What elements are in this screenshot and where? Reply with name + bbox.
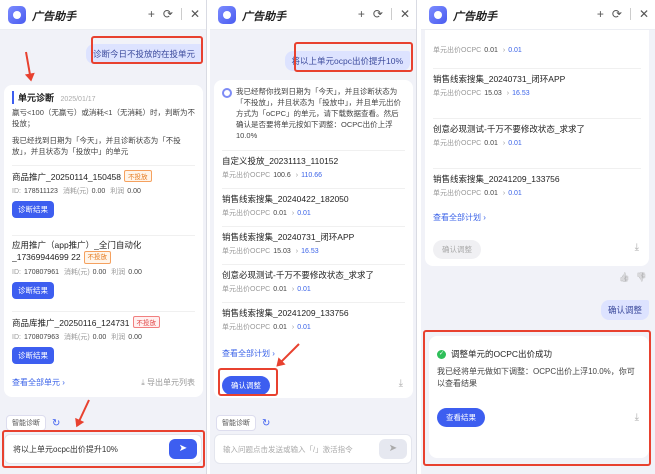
bot-reply-card: 单元出价OCPC 0.01 › 0.01 销售线索搜集_20240731_闭环APP … xyxy=(425,30,649,266)
view-all-units-link[interactable]: 查看全部单元 › xyxy=(12,377,65,388)
list-item: 商品推广_20250114_150458 不投放 ID: 178511123 消耗(元… xyxy=(12,165,195,218)
refresh-icon[interactable]: ↻ xyxy=(262,418,270,429)
chevron-right-icon: › xyxy=(291,286,295,293)
history-icon[interactable]: ⟳ xyxy=(612,7,622,21)
assistant-logo-icon xyxy=(218,6,236,24)
status-badge: 不投放 xyxy=(83,251,112,264)
quick-diagnosis-chip[interactable]: 智能诊断 xyxy=(6,415,46,431)
chevron-right-icon: › xyxy=(502,47,506,54)
bot-reply-card: 我已经帮你找到日期为「今天」，并且诊断状态为「不投放」，并且状态为「投放中」，并… xyxy=(214,80,413,398)
download-icon[interactable]: ⤓ xyxy=(635,242,639,253)
annotation-arrow xyxy=(76,399,90,426)
close-icon[interactable]: ✕ xyxy=(190,7,200,21)
chevron-right-icon: › xyxy=(291,324,295,331)
new-chat-icon[interactable]: + xyxy=(148,7,155,21)
divider xyxy=(629,8,631,20)
assistant-logo-icon xyxy=(429,6,447,24)
unit-name: 应用推广（app推广）_全门自动化_17369944699 22 xyxy=(12,240,142,262)
history-icon[interactable]: ⟳ xyxy=(163,7,173,21)
unit-name: 创意必现测试-千万不要修改状态_求求了 xyxy=(433,124,586,134)
diagnosis-result-button[interactable]: 诊断结果 xyxy=(12,282,54,299)
divider xyxy=(390,8,392,20)
list-item: 商品库推广_20250116_124731 不投放 ID: 170807963 消耗(… xyxy=(12,311,195,364)
list-item: 销售线索搜集_20240731_闭环APP 单元出价OCPC 15.03 › 16.5… xyxy=(222,226,405,256)
view-all-plans-link[interactable]: 查看全部计划 › xyxy=(433,212,486,223)
export-units-button[interactable]: ⤓ 导出单元列表 xyxy=(141,377,195,388)
unit-name: 销售线索搜集_20241209_133756 xyxy=(222,308,349,318)
app-title: 广告助手 xyxy=(242,11,286,23)
unit-name: 销售线索搜集_20240422_182050 xyxy=(222,194,349,204)
list-item: 自定义投放_20231113_110152 单元出价OCPC 100.6 › 110.… xyxy=(222,150,405,180)
highlight-box xyxy=(2,430,205,468)
highlight-box xyxy=(423,330,651,466)
panel-confirm: 广告助手 + ⟳ ✕ 将以上单元ocpc出价提升10% 我已经帮你找到日期为「今… xyxy=(210,0,417,474)
annotation-arrow xyxy=(25,51,32,80)
unit-name: 销售线索搜集_20240731_闭环APP xyxy=(222,232,355,242)
header: 广告助手 + ⟳ ✕ xyxy=(0,0,206,30)
new-chat-icon[interactable]: + xyxy=(597,7,604,21)
status-badge: 不投放 xyxy=(132,316,161,328)
send-button[interactable]: ➤ xyxy=(379,439,407,459)
header: 广告助手 + ⟳ ✕ xyxy=(421,0,655,30)
app-title: 广告助手 xyxy=(453,11,497,23)
section-date: 2025/01/17 xyxy=(60,96,96,103)
unit-name: 商品推广_20250114_150458 xyxy=(12,172,122,182)
chat-input-bar: 输入问题点击发送或输入「/」激活指令 ➤ xyxy=(214,434,412,464)
diagnosis-result-button[interactable]: 诊断结果 xyxy=(12,201,54,218)
list-item: 销售线索搜集_20240731_闭环APP 单元出价OCPC 15.03 › 16.5… xyxy=(433,68,641,98)
user-message: 确认调整 xyxy=(600,300,649,320)
unit-name: 自定义投放_20231113_110152 xyxy=(222,156,339,166)
app-title: 广告助手 xyxy=(32,11,76,23)
unit-name: 销售线索搜集_20240731_闭环APP xyxy=(433,74,566,84)
unit-name: 创意必现测试-千万不要修改状态_求求了 xyxy=(222,270,375,280)
thumb-up-icon[interactable]: 👍 xyxy=(619,272,630,283)
panel-diagnosis: 广告助手 + ⟳ ✕ 诊断今日不投放的在投单元 单元诊断 2025/01/17 … xyxy=(0,0,207,474)
diagnosis-result-button[interactable]: 诊断结果 xyxy=(12,347,54,364)
diagnosis-card: 单元诊断 2025/01/17 赢亏<100（无赢亏）或消耗<1（无消耗）时，判… xyxy=(4,85,203,397)
close-icon[interactable]: ✕ xyxy=(400,7,410,21)
send-icon: ➤ xyxy=(388,443,398,454)
list-item-meta: 单元出价OCPC 0.01 › 0.01 xyxy=(433,47,522,54)
list-item: 创意必现测试-千万不要修改状态_求求了 单元出价OCPC 0.01 › 0.01 xyxy=(222,264,405,294)
list-item: 销售线索搜集_20241209_133756 单元出价OCPC 0.01 › 0.01 xyxy=(222,302,405,332)
header: 广告助手 + ⟳ ✕ xyxy=(210,0,416,30)
list-item: 应用推广（app推广）_全门自动化_17369944699 22 不投放 ID: 1… xyxy=(12,235,195,299)
highlight-box xyxy=(218,368,278,396)
unit-name: 商品库推广_20250116_124731 xyxy=(12,318,130,328)
chevron-right-icon: › xyxy=(291,210,295,217)
unit-name: 销售线索搜集_20241209_133756 xyxy=(433,174,560,184)
new-chat-icon[interactable]: + xyxy=(358,7,365,21)
list-item: 创意必现测试-千万不要修改状态_求求了 单元出价OCPC 0.01 › 0.01 xyxy=(433,118,641,148)
download-icon[interactable]: ⤓ xyxy=(399,378,403,389)
chevron-right-icon: › xyxy=(502,190,506,197)
close-icon[interactable]: ✕ xyxy=(639,7,649,21)
found-text: 我已经找到日期为「今天」，并且诊断状态为「不投放」，并且状态为「投放中」的单元 xyxy=(12,136,181,156)
divider xyxy=(180,8,182,20)
quick-diagnosis-chip[interactable]: 智能诊断 xyxy=(216,415,256,431)
assistant-logo-icon xyxy=(8,6,26,24)
confirm-adjust-button-disabled: 确认调整 xyxy=(433,240,481,259)
panel-result: 广告助手 + ⟳ ✕ 单元出价OCPC 0.01 › 0.01 销售线索搜集_2024… xyxy=(421,0,655,474)
list-item: 销售线索搜集_20241209_133756 单元出价OCPC 0.01 › 0.01 xyxy=(433,168,641,198)
chat-input[interactable]: 输入问题点击发送或输入「/」激活指令 xyxy=(223,444,353,455)
view-all-plans-link[interactable]: 查看全部计划 › xyxy=(222,348,275,359)
download-icon: ⤓ xyxy=(141,378,145,387)
chevron-right-icon: › xyxy=(502,140,506,147)
list-item: 销售线索搜集_20240422_182050 单元出价OCPC 0.01 › 0.01 xyxy=(222,188,405,218)
bot-message: 我已经帮你找到日期为「今天」，并且诊断状态为「不投放」，并且状态为「投放中」，并… xyxy=(236,87,401,140)
refresh-icon[interactable]: ↻ xyxy=(52,418,60,429)
thumb-down-icon[interactable]: 👎 xyxy=(636,272,647,283)
highlight-box xyxy=(294,42,413,72)
chevron-right-icon: › xyxy=(506,90,510,97)
bot-avatar-icon xyxy=(222,88,232,98)
history-icon[interactable]: ⟳ xyxy=(373,7,383,21)
chevron-right-icon: › xyxy=(295,248,299,255)
section-title: 单元诊断 xyxy=(18,93,55,103)
chevron-right-icon: › xyxy=(295,172,299,179)
highlight-box xyxy=(91,36,203,64)
status-badge: 不投放 xyxy=(124,170,152,182)
intro-text: 赢亏<100（无赢亏）或消耗<1（无消耗）时，判断为不投放； xyxy=(12,108,195,128)
